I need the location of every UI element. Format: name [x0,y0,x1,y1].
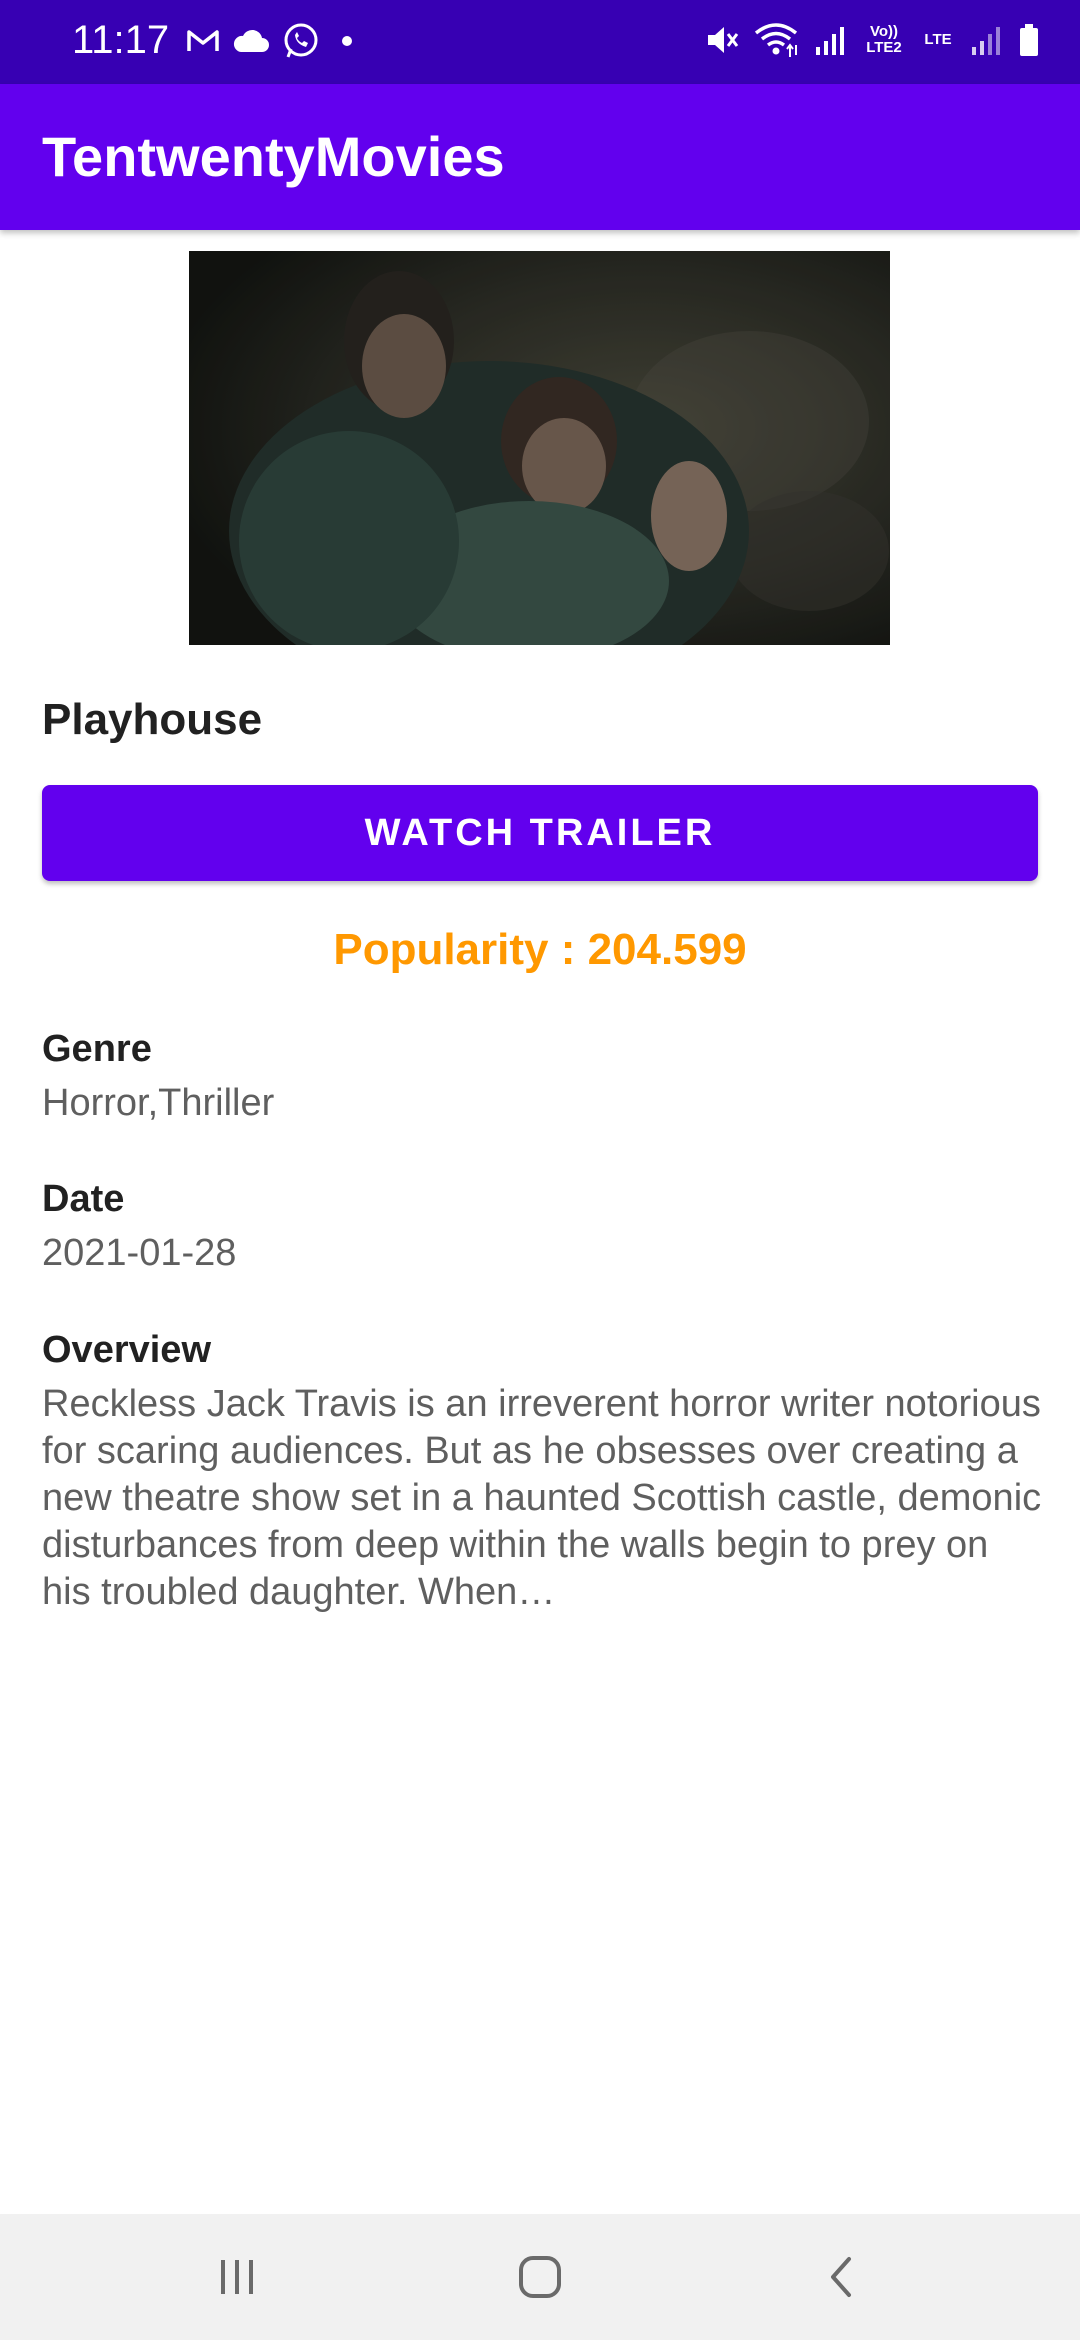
whatsapp-icon [284,23,318,58]
app-title: TentwentyMovies [42,125,505,188]
recents-icon [221,2260,253,2294]
status-right-icons: Vo)) LTE2 LTE [704,16,1040,64]
status-time: 11:17 [72,18,170,62]
watch-trailer-button[interactable]: WATCH TRAILER [42,785,1038,881]
status-left-icons [186,20,362,62]
lte-label: LTE [924,31,952,48]
volte-lte2-label: Vo)) LTE2 [866,23,902,56]
movie-title: Playhouse [42,695,263,744]
date-label: Date [42,1178,125,1220]
home-button[interactable] [505,2244,575,2310]
battery-icon [1020,24,1038,56]
cloud-icon [233,29,269,52]
overview-label: Overview [42,1329,211,1371]
dot-icon [342,36,352,46]
genre-value: Horror,Thriller [42,1082,275,1124]
navigation-bar [0,2214,1080,2340]
back-icon [831,2257,851,2297]
gmail-icon [187,30,219,51]
wifi-icon [754,23,798,57]
status-bar: 11:17 Vo)) LTE2 LTE [0,0,1080,84]
signal-icon [816,27,844,55]
genre-label: Genre [42,1028,152,1070]
popularity-text: Popularity : 204.599 [333,925,747,974]
recents-button[interactable] [202,2244,272,2310]
app-bar: TentwentyMovies [0,84,1080,230]
back-button[interactable] [806,2244,876,2310]
home-icon [519,2256,561,2298]
mute-icon [708,27,739,53]
date-value: 2021-01-28 [42,1232,237,1274]
overview-text: Reckless Jack Travis is an irreverent ho… [42,1383,1042,1613]
signal-icon [972,27,1000,55]
movie-poster-image [189,251,890,645]
